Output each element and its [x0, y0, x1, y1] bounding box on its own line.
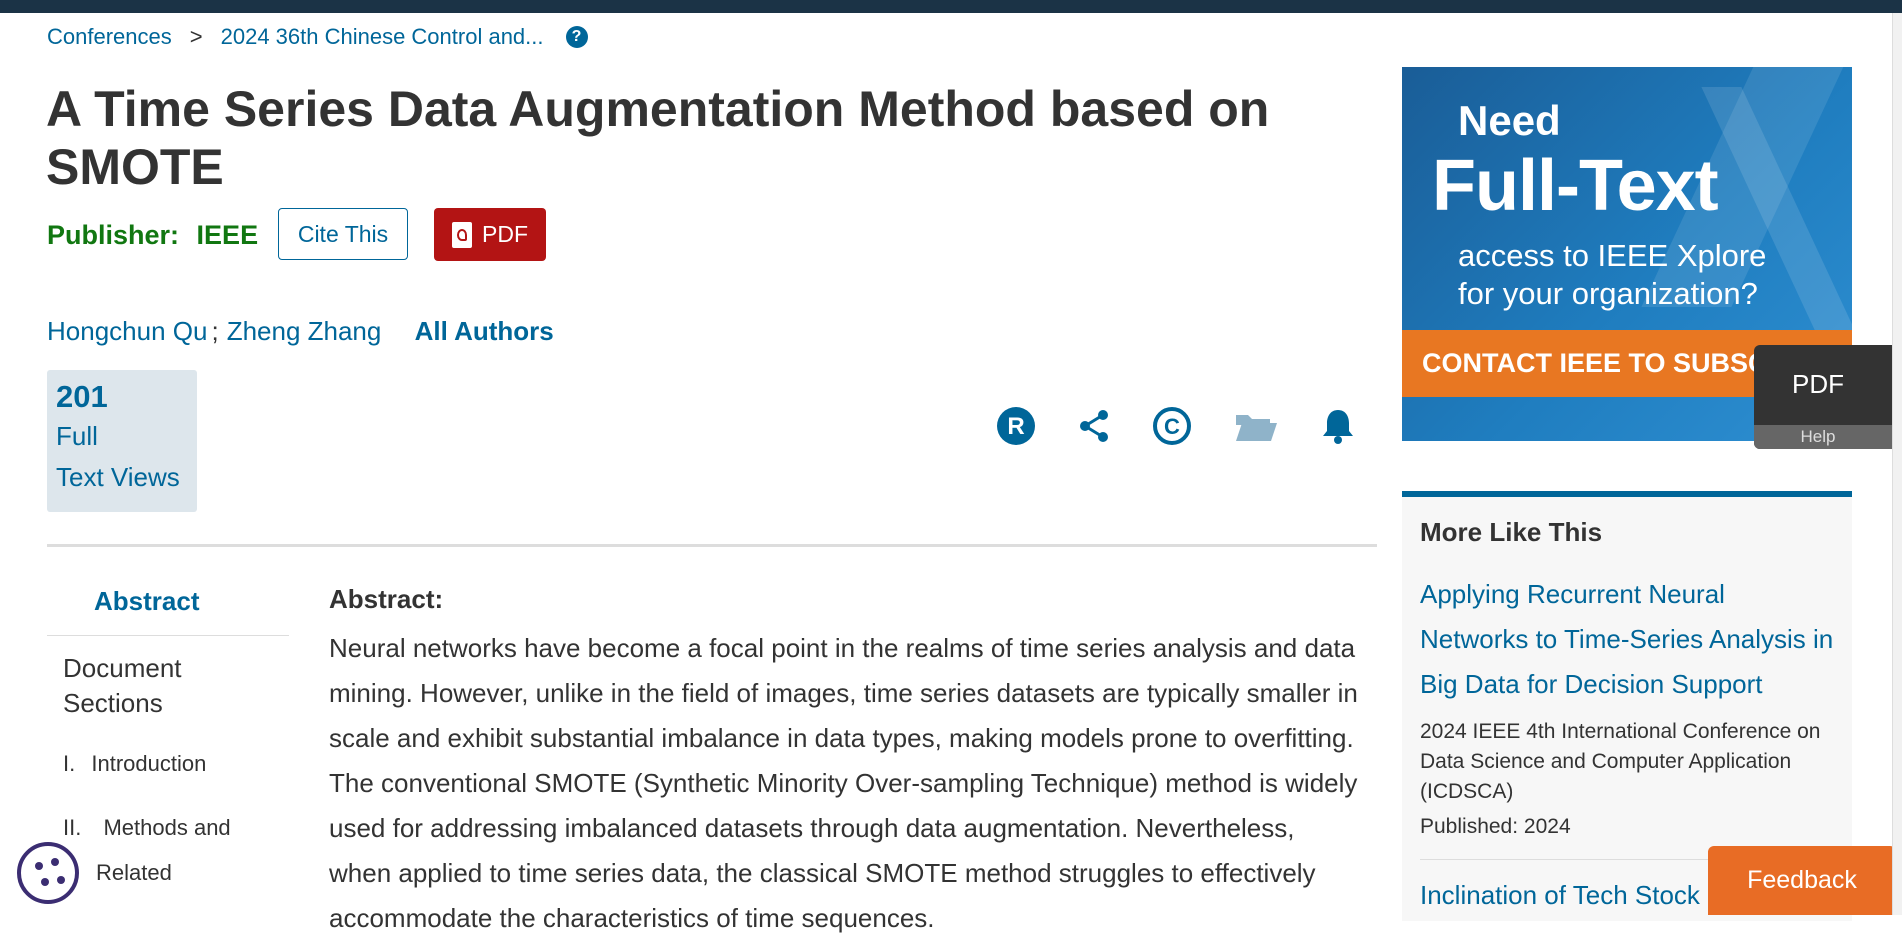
author-separator: ; [211, 316, 219, 346]
pdf-file-icon [452, 221, 472, 248]
question-circle-icon[interactable]: ? [565, 26, 588, 48]
toc-item-number: I. [63, 751, 76, 776]
document-sections-heading: Document Sections [47, 636, 289, 721]
views-label-line2: Text Views [56, 462, 180, 492]
feedback-button[interactable]: Feedback [1708, 846, 1896, 915]
ad-line-access: access to IEEE Xplore for your organizat… [1458, 237, 1766, 313]
authors-list: Hongchun Qu; Zheng Zhang All Authors [47, 316, 554, 347]
all-authors-link[interactable]: All Authors [415, 316, 554, 346]
document-sections-nav: Abstract Document Sections I. Introducti… [47, 578, 289, 895]
abstract-heading: Abstract: [329, 584, 444, 614]
publisher-name: IEEE [196, 220, 259, 250]
views-label-line1: Full [56, 421, 98, 451]
toc-item-label: Methods and [103, 815, 231, 840]
related-article-published: Published: 2024 [1420, 815, 1571, 838]
doc-sections-line2: Sections [63, 688, 163, 718]
full-text-views-metric[interactable]: 201 Full Text Views [47, 370, 197, 512]
ad-line-full-text: Full-Text [1432, 146, 1719, 226]
folder-icon[interactable] [1230, 400, 1282, 452]
floating-pdf-button[interactable]: PDF Help [1754, 345, 1902, 449]
breadcrumb: Conferences > 2024 36th Chinese Control … [47, 24, 588, 50]
breadcrumb-separator: > [189, 24, 203, 49]
article-actions: R C [990, 400, 1370, 452]
breadcrumb-conference-name[interactable]: 2024 36th Chinese Control and... [221, 24, 544, 50]
ad-access-line: access to IEEE Xplore [1458, 238, 1767, 273]
copyright-icon[interactable]: C [1146, 400, 1198, 452]
ad-organization-line: for your organization? [1458, 276, 1758, 311]
abstract-section: Abstract: Neural networks have become a … [329, 584, 1359, 941]
cookie-settings-icon[interactable] [17, 842, 79, 904]
cite-this-button[interactable]: Cite This [278, 208, 408, 260]
more-like-this-title: More Like This [1420, 517, 1603, 547]
author-link[interactable]: Hongchun Qu [47, 316, 207, 346]
toc-item-number: II. [63, 815, 82, 840]
floating-pdf-label: PDF [1792, 369, 1844, 399]
toc-abstract-link[interactable]: Abstract [47, 578, 289, 636]
toc-item-introduction[interactable]: I. Introduction [47, 751, 289, 777]
toc-item-label-cont: Related [96, 860, 172, 885]
rights-r-icon[interactable]: R [990, 400, 1042, 452]
publisher: Publisher: IEEE [47, 220, 258, 251]
bell-alert-icon[interactable] [1312, 400, 1364, 452]
toc-item-methods[interactable]: II. Methods and Related [47, 805, 289, 895]
toc-item-label: Introduction [91, 751, 207, 776]
pdf-button-label: PDF [482, 221, 528, 247]
author-link[interactable]: Zheng Zhang [227, 316, 382, 346]
top-navigation-bar [0, 0, 1902, 13]
breadcrumb-conferences[interactable]: Conferences [47, 24, 172, 50]
page-title: A Time Series Data Augmentation Method b… [46, 81, 1270, 195]
views-count: 201 [56, 379, 108, 414]
related-article-link[interactable]: Applying Recurrent Neural Networks to Ti… [1420, 572, 1834, 707]
section-divider [47, 544, 1377, 547]
publisher-label: Publisher: [47, 220, 180, 250]
svg-text:R: R [1007, 413, 1024, 440]
pdf-button[interactable]: PDF [434, 208, 546, 261]
doc-sections-line1: Document [63, 653, 182, 683]
ad-line-need: Need [1458, 97, 1561, 144]
share-icon[interactable] [1068, 400, 1120, 452]
abstract-text: Neural networks have become a focal poin… [329, 633, 1358, 933]
related-article-conference: 2024 IEEE 4th International Conference o… [1420, 720, 1821, 803]
floating-help-link[interactable]: Help [1754, 425, 1902, 449]
page-scrollbar[interactable] [1892, 13, 1902, 915]
svg-text:C: C [1164, 414, 1180, 439]
